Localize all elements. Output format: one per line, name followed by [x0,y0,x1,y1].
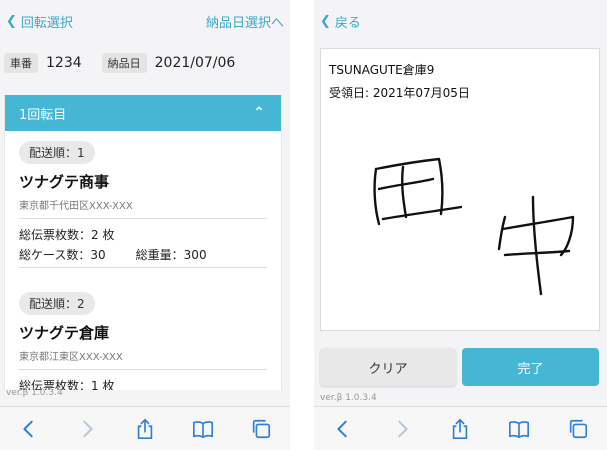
delivery-stats: 総伝票枚数：2 枚 総ケース数：30 総重量：300 [19,219,267,268]
done-button[interactable]: 完了 [462,348,599,386]
rotation-card: 1回転目 ⌃ 配送順：1 ツナグテ商事 東京都千代田区XXX-XXX 総伝票枚数… [4,95,282,390]
delivery-item[interactable]: 配送順：1 ツナグテ商事 東京都千代田区XXX-XXX 総伝票枚数：2 枚 総ケ… [5,131,281,268]
forward-arrow-icon[interactable] [74,416,100,442]
back-arrow-icon[interactable] [16,416,42,442]
forward-arrow-icon[interactable] [389,416,415,442]
delivery-order-badge: 配送順：1 [19,141,95,164]
delivery-order-badge: 配送順：2 [19,292,95,315]
date-label: 納品日 [101,53,147,73]
delivery-list-screen: ❮ 回転選択 納品日選択へ 車番 1234 納品日 2021/07/06 1回転… [0,0,290,450]
back-label: 戻る [334,15,361,31]
to-delivery-date-button[interactable]: 納品日選択へ [206,12,284,31]
version-label: ver.β 1.0.3.4 [320,393,377,403]
browser-toolbar [314,406,607,450]
back-label: 回転選択 [20,15,73,31]
share-icon[interactable] [447,416,473,442]
top-navbar: ❮ 回転選択 納品日選択へ [0,0,290,42]
browser-toolbar [0,406,290,450]
rotation-accordion-header[interactable]: 1回転目 ⌃ [5,95,281,131]
chevron-left-icon: ❮ [320,13,331,29]
bookmarks-icon[interactable] [506,416,532,442]
total-cases: 総ケース数：30 [19,248,106,262]
tabs-icon[interactable] [248,416,274,442]
date-value: 2021/07/06 [154,55,236,71]
next-label: 納品日選択へ [205,15,284,31]
vehicle-value: 1234 [46,55,82,71]
destination-address: 東京都江東区XXX-XXX [19,348,267,370]
share-icon[interactable] [132,416,158,442]
total-slips: 総伝票枚数：2 枚 [19,228,115,242]
accordion-title: 1回転目 [19,107,67,123]
total-weight: 総重量：300 [135,248,207,262]
back-to-rotation-button[interactable]: ❮ 回転選択 [6,12,73,31]
chevron-left-icon: ❮ [6,13,17,29]
tabs-icon[interactable] [565,416,591,442]
back-arrow-icon[interactable] [330,416,356,442]
signature-pad[interactable]: TSUNAGUTE倉庫9 受領日: 2021年07月05日 [320,48,600,331]
clear-button[interactable]: クリア [320,348,456,386]
signature-strokes [373,157,575,296]
signature-screen: ❮ 戻る TSUNAGUTE倉庫9 受領日: 2021年07月05日 クリア 完… [314,0,607,450]
top-navbar: ❮ 戻る [314,0,607,42]
destination-address: 東京都千代田区XXX-XXX [19,197,267,219]
delivery-item[interactable]: 配送順：2 ツナグテ倉庫 東京都江東区XXX-XXX 総伝票枚数：1 枚 [5,282,281,390]
vehicle-date-info: 車番 1234 納品日 2021/07/06 [4,50,286,76]
back-button[interactable]: ❮ 戻る [320,12,361,31]
chevron-up-icon: ⌃ [253,105,265,121]
destination-name: ツナグテ倉庫 [19,324,110,342]
version-label: ver.β 1.0.3.4 [6,388,63,398]
destination-name: ツナグテ商事 [19,173,110,191]
bookmarks-icon[interactable] [190,416,216,442]
vehicle-label: 車番 [4,53,38,73]
delivery-stats: 総伝票枚数：1 枚 [19,370,267,390]
